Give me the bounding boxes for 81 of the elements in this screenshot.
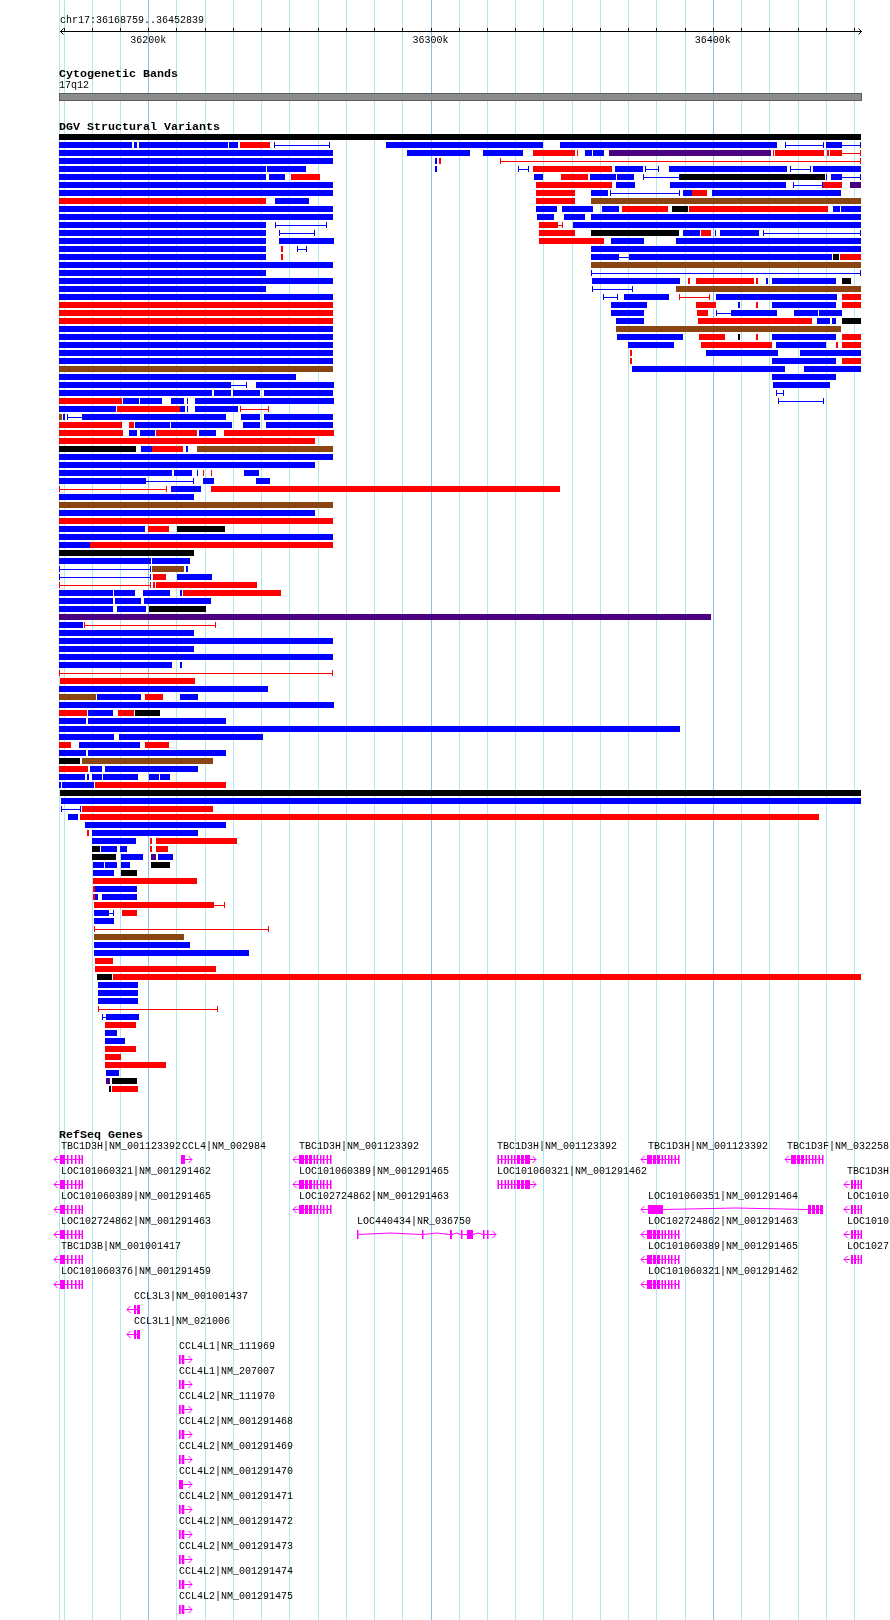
tick-label: 36400k [694,35,731,47]
gene-label: TBC1D3H|NM_001123392 [299,1141,420,1153]
gene-label: LOC102724862|NM_001291463 [61,1216,212,1228]
gene-label: CCL4|NM_002984 [182,1141,266,1153]
gene-model-drawing[interactable] [843,1230,862,1239]
gene-model-drawing[interactable] [357,1230,497,1239]
gene-label: CCL4L2|NM_001291473 [179,1541,294,1553]
gene-label: TBC1D3H|NM_001123392 [648,1141,769,1153]
gene-model-drawing[interactable] [179,1605,193,1614]
gene-label: LOC1010 [847,1216,889,1228]
gene-model-drawing[interactable] [292,1205,332,1214]
gene-model-drawing[interactable] [179,1530,193,1539]
gene-label: TBC1D3H [847,1166,889,1178]
gene-label: TBC1D3F|NM_032258 [787,1141,890,1153]
gene-model-drawing[interactable] [181,1155,193,1164]
gene-model-drawing[interactable] [53,1255,83,1264]
gene-label: CCL3L3|NM_001001437 [134,1291,249,1303]
gene-label: LOC101060376|NM_001291459 [61,1266,212,1278]
gene-model-drawing[interactable] [53,1155,83,1164]
gene-model-drawing[interactable] [292,1180,332,1189]
gene-label: CCL4L1|NR_111969 [179,1341,275,1353]
gene-model-drawing[interactable] [640,1230,680,1239]
gene-label: CCL4L2|NM_001291469 [179,1441,294,1453]
gene-label: LOC101060321|NM_001291462 [61,1166,212,1178]
gene-label: LOC101060321|NM_001291462 [648,1266,799,1278]
gene-label: CCL3L1|NM_021006 [134,1316,230,1328]
gene-label: LOC101060389|NM_001291465 [299,1166,450,1178]
gene-label: CCL4L2|NM_001291472 [179,1516,294,1528]
position-label: chr17:36168759..36452839 [60,15,205,27]
gene-model-drawing[interactable] [179,1405,193,1414]
gene-label: LOC1010 [847,1191,889,1203]
gene-model-drawing[interactable] [497,1180,537,1189]
gene-model-drawing[interactable] [292,1155,332,1164]
gene-model-drawing[interactable] [126,1330,140,1339]
gene-label: LOC440434|NR_036750 [357,1216,472,1228]
gene-model-drawing[interactable] [179,1380,193,1389]
gene-model-drawing[interactable] [784,1155,824,1164]
gene-label: CCL4L2|NM_001291475 [179,1591,294,1603]
gene-model-drawing[interactable] [53,1230,83,1239]
gene-model-drawing[interactable] [179,1580,193,1589]
gene-label: LOC101060351|NM_001291464 [648,1191,799,1203]
gene-model-drawing[interactable] [843,1205,862,1214]
gene-model-drawing[interactable] [179,1480,193,1489]
gene-model-drawing[interactable] [53,1180,83,1189]
gene-model-drawing[interactable] [179,1455,193,1464]
gene-label: CCL4L2|NM_001291474 [179,1566,294,1578]
gene-label: LOC102724862|NM_001291463 [299,1191,450,1203]
gene-label: CCL4L2|NM_001291471 [179,1491,294,1503]
track-title: DGV Structural Variants [59,121,220,133]
gene-model-drawing[interactable] [640,1205,823,1214]
gene-model-drawing[interactable] [179,1555,193,1564]
track-title: Cytogenetic Bands [59,68,178,80]
gene-model-drawing[interactable] [53,1205,83,1214]
band-label: 17q12 [59,80,89,92]
gene-label: CCL4L2|NM_001291468 [179,1416,294,1428]
variant-series[interactable] [59,198,861,940]
gene-model-drawing[interactable] [497,1155,537,1164]
gene-model-drawing[interactable] [179,1505,193,1514]
gene-label: LOC102724862|NM_001291463 [648,1216,799,1228]
gene-model-drawing[interactable] [640,1280,680,1289]
gene-label: TBC1D3H|NM_001123392 [497,1141,618,1153]
gene-label: LOC1027 [847,1241,889,1253]
gene-model-drawing[interactable] [640,1155,680,1164]
gene-model-drawing[interactable] [126,1305,140,1314]
gene-model-drawing[interactable] [53,1280,83,1289]
tick-label: 36200k [130,35,167,47]
gene-model-drawing[interactable] [843,1255,862,1264]
gene-label: CCL4L1|NM_207007 [179,1366,275,1378]
gene-model-drawing[interactable] [843,1180,862,1189]
track-title: RefSeq Genes [59,1129,143,1141]
gene-label: CCL4L2|NM_001291470 [179,1466,294,1478]
gene-label: LOC101060389|NM_001291465 [648,1241,799,1253]
gene-label: CCL4L2|NR_111970 [179,1391,275,1403]
gene-model-drawing[interactable] [179,1355,193,1364]
gene-label: LOC101060389|NM_001291465 [61,1191,212,1203]
gene-model-drawing[interactable] [640,1255,680,1264]
gene-label: TBC1D3H|NM_001123392 [61,1141,182,1153]
gene-model-drawing[interactable] [179,1430,193,1439]
tick-label: 36300k [412,35,449,47]
gene-label: TBC1D3B|NM_001001417 [61,1241,182,1253]
gene-label: LOC101060321|NM_001291462 [497,1166,648,1178]
